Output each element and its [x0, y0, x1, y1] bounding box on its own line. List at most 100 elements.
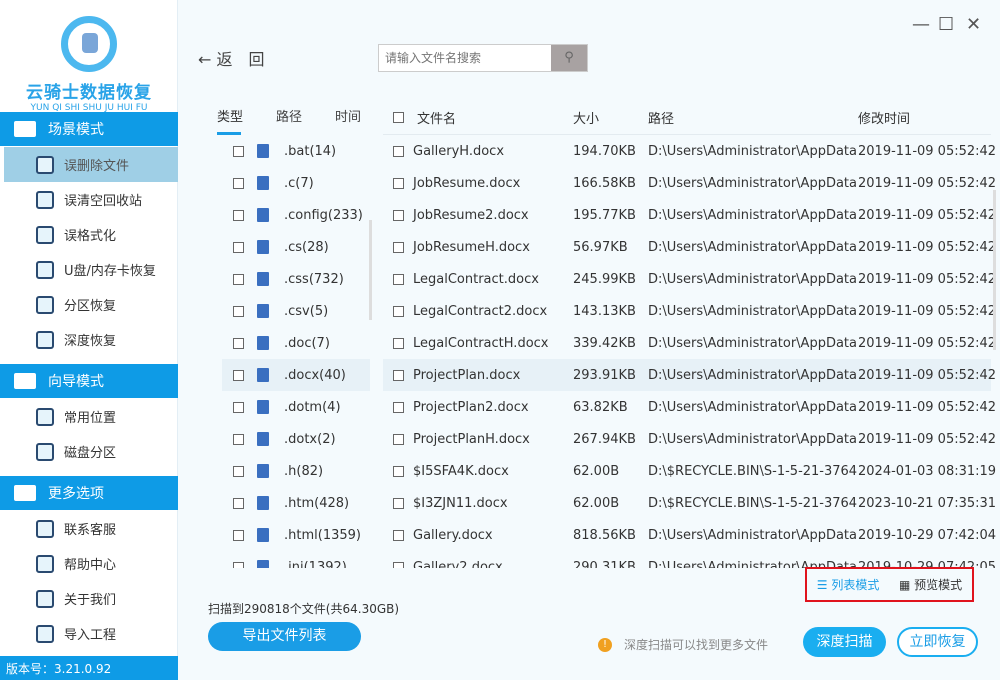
maximize-button[interactable]: ☐ [938, 14, 954, 35]
row-checkbox[interactable] [393, 305, 404, 317]
type-item[interactable]: .ini(1392) [222, 551, 370, 568]
type-checkbox[interactable] [233, 433, 244, 445]
row-checkbox[interactable] [393, 561, 404, 568]
col-path[interactable]: 路径 [648, 108, 858, 127]
file-size: 290.31KB [573, 559, 636, 569]
sidebar: 云骑士数据恢复 YUN QI SHI SHU JU HUI FU 场景模式 误删除… [0, 0, 178, 680]
sidebar-item[interactable]: 关于我们 [4, 581, 178, 616]
row-checkbox[interactable] [393, 401, 404, 413]
type-item[interactable]: .cs(28) [222, 231, 370, 263]
row-checkbox[interactable] [393, 465, 404, 477]
row-checkbox[interactable] [393, 369, 404, 381]
col-name[interactable]: 文件名 [417, 108, 456, 127]
type-item[interactable]: .csv(5) [222, 295, 370, 327]
minimize-button[interactable]: — [912, 14, 930, 35]
type-item[interactable]: .h(82) [222, 455, 370, 487]
type-item[interactable]: .html(1359) [222, 519, 370, 551]
recover-button[interactable]: 立即恢复 [897, 627, 978, 657]
type-checkbox[interactable] [233, 369, 244, 381]
row-checkbox[interactable] [393, 433, 404, 445]
sidebar-item[interactable]: 分区恢复 [4, 287, 178, 322]
table-row[interactable]: ProjectPlan.docx 293.91KB D:\Users\Adminis… [383, 359, 996, 391]
type-checkbox[interactable] [233, 529, 244, 541]
table-row[interactable]: Gallery2.docx 290.31KB D:\Users\Administra… [383, 551, 996, 569]
file-size: 62.00B [573, 495, 620, 511]
type-scrollbar[interactable] [369, 220, 372, 320]
table-row[interactable]: ProjectPlan2.docx 63.82KB D:\Users\Adminis… [383, 391, 996, 423]
arrow-left-icon: ← [198, 50, 212, 69]
type-checkbox[interactable] [233, 401, 244, 413]
word-file-icon [257, 400, 269, 414]
row-checkbox[interactable] [393, 145, 404, 157]
table-row[interactable]: LegalContract2.docx 143.13KB D:\Users\Admi… [383, 295, 996, 327]
sidebar-item[interactable]: 误格式化 [4, 217, 178, 252]
list-mode-button[interactable]: ☰ 列表模式 [817, 576, 880, 593]
preview-mode-button[interactable]: ▦ 预览模式 [899, 576, 962, 593]
type-item[interactable]: .dotx(2) [222, 423, 370, 455]
type-checkbox[interactable] [233, 465, 244, 477]
table-row[interactable]: $I3ZJN11.docx 62.00B D:\$RECYCLE.BIN\S-1-5… [383, 487, 996, 519]
type-item[interactable]: .config(233) [222, 199, 370, 231]
type-checkbox[interactable] [233, 209, 244, 221]
table-row[interactable]: $I5SFA4K.docx 62.00B D:\$RECYCLE.BIN\S-1-5… [383, 455, 996, 487]
sidebar-item[interactable]: 误删除文件 [4, 147, 178, 182]
row-checkbox[interactable] [393, 209, 404, 221]
type-checkbox[interactable] [233, 561, 244, 568]
type-checkbox[interactable] [233, 337, 244, 349]
file-name: LegalContract2.docx [413, 303, 548, 319]
file-modified: 2019-11-09 05:52:42 [858, 143, 997, 159]
table-row[interactable]: LegalContractH.docx 339.42KB D:\Users\Admi… [383, 327, 996, 359]
file-scrollbar[interactable] [993, 190, 996, 350]
deep-scan-button[interactable]: 深度扫描 [803, 627, 886, 657]
row-checkbox[interactable] [393, 529, 404, 541]
type-item[interactable]: .c(7) [222, 167, 370, 199]
back-button[interactable]: ← 返 回 [198, 46, 265, 70]
sidebar-item[interactable]: 深度恢复 [4, 322, 178, 357]
type-checkbox[interactable] [233, 241, 244, 253]
type-item[interactable]: .css(732) [222, 263, 370, 295]
table-row[interactable]: GalleryH.docx 194.70KB D:\Users\Administra… [383, 135, 997, 167]
file-path: D:\Users\Administrator\AppData... [648, 175, 858, 191]
type-checkbox[interactable] [233, 305, 244, 317]
table-row[interactable]: LegalContract.docx 245.99KB D:\Users\Admin… [383, 263, 996, 295]
table-row[interactable]: ProjectPlanH.docx 267.94KB D:\Users\Admini… [383, 423, 996, 455]
type-item[interactable]: .bat(14) [222, 135, 370, 167]
row-checkbox[interactable] [393, 337, 404, 349]
file-path: D:\Users\Administrator\AppData... [648, 143, 858, 159]
sidebar-item[interactable]: 磁盘分区 [4, 434, 178, 469]
col-modified[interactable]: 修改时间 [858, 108, 991, 127]
sidebar-item[interactable]: 导入工程 [4, 616, 178, 651]
col-size[interactable]: 大小 [573, 108, 648, 127]
warning-icon: ! [598, 637, 612, 652]
file-size: 63.82KB [573, 399, 628, 415]
close-button[interactable]: ✕ [966, 14, 981, 35]
select-all-checkbox[interactable] [393, 111, 404, 123]
type-item[interactable]: .htm(428) [222, 487, 370, 519]
sidebar-item[interactable]: 联系客服 [4, 511, 178, 546]
type-checkbox[interactable] [233, 273, 244, 285]
type-item[interactable]: .docx(40) [222, 359, 370, 391]
type-checkbox[interactable] [233, 145, 244, 157]
type-checkbox[interactable] [233, 497, 244, 509]
row-checkbox[interactable] [393, 273, 404, 285]
sidebar-item[interactable]: U盘/内存卡恢复 [4, 252, 178, 287]
sidebar-item[interactable]: 帮助中心 [4, 546, 178, 581]
search-button[interactable]: ⚲ [551, 45, 587, 71]
table-row[interactable]: JobResumeH.docx 56.97KB D:\Users\Administr… [383, 231, 996, 263]
row-checkbox[interactable] [393, 241, 404, 253]
table-row[interactable]: JobResume.docx 166.58KB D:\Users\Administr… [383, 167, 996, 199]
table-row[interactable]: Gallery.docx 818.56KB D:\Users\Administrat… [383, 519, 996, 551]
export-list-button[interactable]: 导出文件列表 [208, 622, 361, 651]
search-icon: ⚲ [564, 50, 574, 65]
sidebar-item[interactable]: 常用位置 [4, 399, 178, 434]
sidebar-item[interactable]: 误清空回收站 [4, 182, 178, 217]
row-checkbox[interactable] [393, 497, 404, 509]
search-input[interactable] [379, 45, 551, 71]
file-size: 143.13KB [573, 303, 636, 319]
grid-icon: ▦ [899, 578, 911, 592]
row-checkbox[interactable] [393, 177, 404, 189]
type-checkbox[interactable] [233, 177, 244, 189]
type-item[interactable]: .doc(7) [222, 327, 370, 359]
type-item[interactable]: .dotm(4) [222, 391, 370, 423]
table-row[interactable]: JobResume2.docx 195.77KB D:\Users\Administ… [383, 199, 996, 231]
